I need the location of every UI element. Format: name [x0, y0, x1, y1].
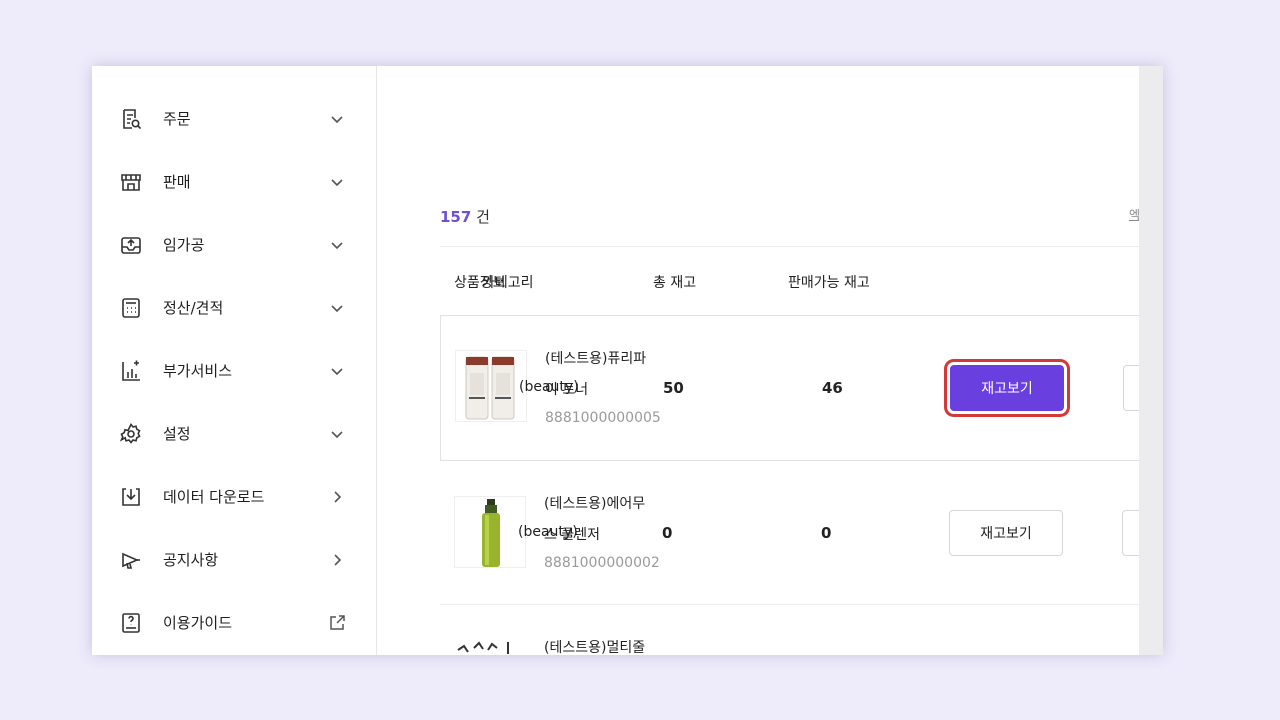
- chart-plus-icon: [120, 360, 142, 382]
- total-stock-value: 50: [663, 379, 684, 397]
- product-code: 8881000000005: [545, 410, 661, 426]
- megaphone-icon: [120, 549, 142, 571]
- scrollbar[interactable]: [1139, 66, 1163, 655]
- table-row[interactable]: (테스트용)퓨리파 (beauty) 이 토너 8881000000005 50…: [440, 315, 1153, 461]
- sidebar: 주문 판매 임가공 정산/견적 부가서비스 설정 데이터 다운로드 공지사항 이…: [92, 66, 377, 655]
- sidebar-item-addon-services[interactable]: 부가서비스: [92, 350, 377, 390]
- sidebar-item-label: 임가공: [163, 236, 205, 254]
- chevron-right-icon: [328, 551, 346, 569]
- table-row[interactable]: (테스트용)에어무 (beauty) 스 클렌저 8881000000002 0…: [440, 461, 1152, 604]
- sidebar-item-guide[interactable]: 이용가이드: [92, 602, 377, 642]
- chevron-down-icon: [328, 362, 346, 380]
- main-content: 157 건 엑 상품정보 카테고리 총 재고 판매가능 재고 (테스트용)퓨리파…: [378, 66, 1163, 655]
- calculator-icon: [120, 297, 142, 319]
- chevron-right-icon: [328, 488, 346, 506]
- guide-book-icon: [120, 612, 142, 634]
- result-count-number: 157: [440, 208, 472, 226]
- order-search-icon: [120, 108, 142, 130]
- sidebar-item-label: 부가서비스: [163, 362, 233, 380]
- column-header-total-stock: 총 재고: [653, 275, 697, 291]
- product-code: 8881000000002: [544, 555, 660, 571]
- sidebar-item-settlement[interactable]: 정산/견적: [92, 287, 377, 327]
- product-name: (테스트용)멀티줄: [544, 640, 646, 655]
- sidebar-item-label: 주문: [163, 110, 191, 128]
- chevron-down-icon: [328, 110, 346, 128]
- sidebar-item-processing[interactable]: 임가공: [92, 224, 377, 264]
- total-stock-value: 0: [662, 524, 673, 542]
- column-header-category: 카테고리: [482, 275, 534, 291]
- sidebar-item-notice[interactable]: 공지사항: [92, 539, 377, 579]
- view-stock-button[interactable]: 재고보기: [949, 510, 1063, 556]
- sidebar-item-label: 판매: [163, 173, 191, 191]
- sidebar-item-label: 설정: [163, 425, 191, 443]
- divider: [440, 246, 1140, 247]
- product-name: (테스트용)에어무: [544, 496, 646, 512]
- product-name-line2: 스 클렌저: [544, 527, 600, 543]
- chevron-down-icon: [328, 299, 346, 317]
- result-count-unit: 건: [476, 208, 490, 226]
- sidebar-item-data-download[interactable]: 데이터 다운로드: [92, 476, 377, 516]
- table-row[interactable]: (테스트용)멀티줄: [440, 605, 1140, 655]
- chevron-down-icon: [328, 173, 346, 191]
- product-thumbnail: [454, 496, 526, 568]
- view-stock-button[interactable]: 재고보기: [950, 365, 1064, 411]
- download-icon: [120, 486, 142, 508]
- available-stock-value: 46: [822, 379, 843, 397]
- sidebar-item-label: 정산/견적: [163, 299, 224, 317]
- product-thumbnail: [455, 350, 527, 422]
- sidebar-item-label: 이용가이드: [163, 614, 233, 632]
- product-name-line2: 이 토너: [545, 382, 589, 398]
- chevron-down-icon: [328, 425, 346, 443]
- external-link-icon: [328, 614, 346, 632]
- app-window: 주문 판매 임가공 정산/견적 부가서비스 설정 데이터 다운로드 공지사항 이…: [92, 66, 1163, 655]
- inbox-icon: [120, 234, 142, 256]
- sidebar-item-label: 공지사항: [163, 551, 219, 569]
- column-header-available-stock: 판매가능 재고: [788, 275, 870, 291]
- sidebar-item-settings[interactable]: 설정: [92, 413, 377, 453]
- store-icon: [120, 171, 142, 193]
- gear-icon: [120, 423, 142, 445]
- sidebar-item-order[interactable]: 주문: [92, 98, 377, 138]
- available-stock-value: 0: [821, 524, 832, 542]
- chevron-down-icon: [328, 236, 346, 254]
- sidebar-item-sales[interactable]: 판매: [92, 161, 377, 201]
- product-name: (테스트용)퓨리파: [545, 351, 647, 367]
- result-count: 157 건: [440, 206, 490, 227]
- product-thumbnail: [454, 640, 526, 655]
- sidebar-item-label: 데이터 다운로드: [163, 488, 265, 506]
